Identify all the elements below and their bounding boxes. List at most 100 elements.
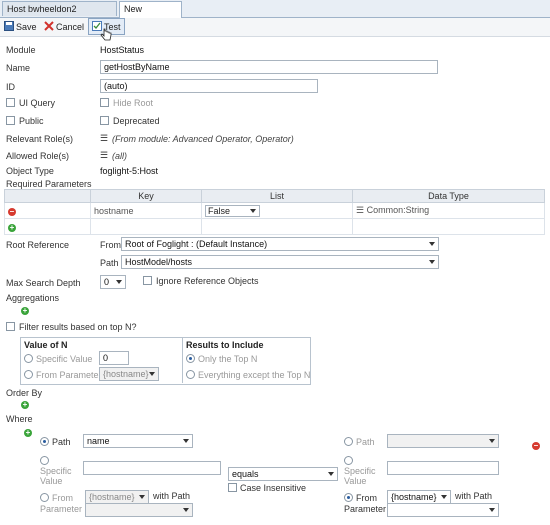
- object-type-label: Object Type: [6, 166, 54, 176]
- right-path-select[interactable]: [387, 434, 499, 448]
- operator-value: equals: [232, 469, 259, 479]
- public-checkbox[interactable]: [6, 116, 15, 125]
- chevron-down-icon: [489, 439, 495, 443]
- chevron-down-icon: [183, 508, 189, 512]
- row-action-cell: –: [4, 202, 91, 219]
- toolbar: Save Cancel Test: [0, 18, 550, 41]
- relevant-roles-value: (From module: Advanced Operator, Operato…: [112, 134, 294, 144]
- chevron-down-icon: [441, 495, 447, 499]
- left-with-path-select[interactable]: [85, 503, 193, 517]
- table-header-blank: [4, 189, 91, 203]
- filter-label: Filter results based on top N?: [19, 322, 137, 332]
- from-parameter-select[interactable]: {hostname}: [99, 367, 159, 381]
- remove-icon[interactable]: –: [8, 207, 16, 216]
- cancel-button[interactable]: Cancel: [44, 20, 84, 34]
- aggregations-label: Aggregations: [6, 293, 60, 303]
- left-param-value: {hostname}: [89, 492, 135, 502]
- path-label: Path: [100, 258, 119, 268]
- except-top-radio[interactable]: [186, 370, 195, 379]
- name-label: Name: [6, 63, 31, 73]
- cancel-icon: [44, 21, 54, 31]
- root-path-select[interactable]: HostModel/hosts: [121, 255, 439, 269]
- specific-value-radio[interactable]: [24, 354, 33, 363]
- chevron-down-icon: [429, 242, 435, 246]
- left-path-value: name: [87, 436, 110, 446]
- left-from-param-radio[interactable]: [40, 493, 49, 502]
- table-row-add: +: [4, 218, 545, 235]
- right-value-label: Value: [344, 476, 367, 486]
- table-header-datatype: Data Type: [352, 189, 545, 203]
- left-specific-radio[interactable]: [40, 456, 49, 465]
- right-from-param-radio[interactable]: [344, 493, 353, 502]
- add-aggregation-icon[interactable]: +: [21, 307, 29, 315]
- right-specific-input[interactable]: [387, 461, 499, 475]
- list-select-value: False: [208, 205, 231, 216]
- public-label: Public: [19, 116, 44, 126]
- list-icon[interactable]: ☰: [100, 133, 108, 144]
- ui-query-label: UI Query: [19, 98, 56, 108]
- save-button[interactable]: Save: [4, 20, 37, 34]
- chevron-down-icon: [489, 508, 495, 512]
- module-label: Module: [6, 45, 36, 55]
- key-cell[interactable]: hostname: [90, 202, 202, 219]
- add-icon[interactable]: +: [8, 223, 16, 232]
- specific-value-input[interactable]: 0: [99, 351, 129, 365]
- ignore-ref-label: Ignore Reference Objects: [156, 276, 259, 286]
- from-parameter-radio[interactable]: [24, 370, 33, 379]
- only-top-radio[interactable]: [186, 354, 195, 363]
- right-specific-label: Specific: [344, 466, 376, 476]
- chevron-down-icon: [139, 495, 145, 499]
- operator-select[interactable]: equals: [228, 467, 338, 481]
- root-reference-label: Root Reference: [6, 240, 70, 250]
- hide-root-checkbox[interactable]: [100, 98, 109, 107]
- ui-query-checkbox[interactable]: [6, 98, 15, 107]
- tab-new-query[interactable]: New Query✕: [119, 1, 182, 29]
- remove-condition-icon[interactable]: –: [532, 442, 540, 450]
- left-specific-input[interactable]: [83, 461, 221, 475]
- left-param-select[interactable]: {hostname}: [85, 490, 149, 504]
- id-label: ID: [6, 82, 15, 92]
- right-with-path-label: with Path: [455, 491, 493, 501]
- right-path-radio[interactable]: [344, 437, 353, 446]
- hide-root-label: Hide Root: [113, 98, 154, 108]
- only-top-label: Only the Top N: [198, 354, 258, 364]
- max-depth-select[interactable]: 0: [100, 275, 126, 289]
- left-path-radio[interactable]: [40, 437, 49, 446]
- chevron-down-icon: [328, 472, 334, 476]
- table-header-list: List: [201, 189, 353, 203]
- left-with-path-label: with Path: [153, 491, 191, 501]
- filter-checkbox[interactable]: [6, 322, 15, 331]
- from-parameter-label: From Parameter: [36, 370, 102, 380]
- right-with-path-select[interactable]: [387, 503, 499, 517]
- right-specific-radio[interactable]: [344, 456, 353, 465]
- deprecated-checkbox[interactable]: [100, 116, 109, 125]
- allowed-roles-value: (all): [112, 151, 127, 161]
- root-from-value: Root of Foglight : (Default Instance): [125, 239, 268, 249]
- left-path-select[interactable]: name: [83, 434, 193, 448]
- name-field[interactable]: getHostByName: [100, 60, 438, 74]
- list-select[interactable]: False: [205, 204, 260, 217]
- id-field[interactable]: (auto): [100, 79, 318, 93]
- chevron-down-icon: [183, 439, 189, 443]
- cancel-label: Cancel: [56, 22, 85, 32]
- add-where-icon[interactable]: +: [24, 429, 32, 437]
- left-specific-label: Specific: [40, 466, 72, 476]
- tab-bar: Host bwheeldon2 Status✕ New Query✕: [0, 0, 550, 29]
- add-order-icon[interactable]: +: [21, 401, 29, 409]
- except-top-label: Everything except the Top N: [198, 370, 311, 380]
- case-insensitive-checkbox[interactable]: [228, 483, 237, 492]
- table-row: – hostname False ☰ Common:String: [4, 202, 545, 219]
- row-action-cell: +: [4, 218, 91, 235]
- params-table: Key List Data Type – hostname False ☰ Co…: [4, 189, 545, 235]
- specific-value-label: Specific Value: [36, 354, 93, 364]
- max-depth-label: Max Search Depth: [6, 278, 81, 288]
- root-from-select[interactable]: Root of Foglight : (Default Instance): [121, 237, 439, 251]
- list-icon[interactable]: ☰: [100, 150, 108, 161]
- case-insensitive-label: Case Insensitive: [240, 483, 307, 493]
- right-param-select[interactable]: {hostname}: [387, 490, 451, 504]
- chevron-down-icon: [250, 208, 256, 213]
- where-label: Where: [6, 414, 33, 424]
- ignore-ref-checkbox[interactable]: [143, 276, 152, 285]
- tab-host-status[interactable]: Host bwheeldon2 Status✕: [2, 1, 117, 29]
- right-parameter-label: Parameter: [344, 504, 387, 514]
